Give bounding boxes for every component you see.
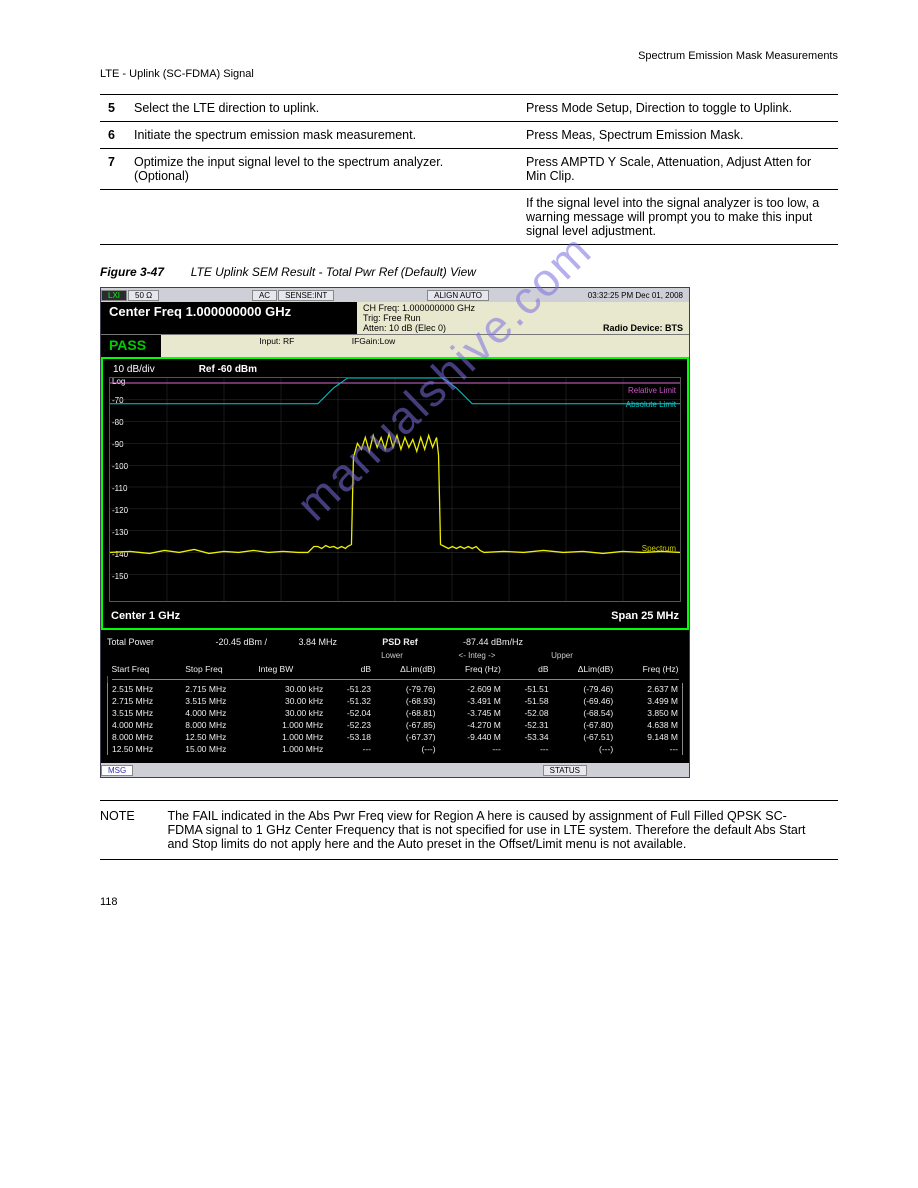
note-block: NOTE The FAIL indicated in the Abs Pwr F… [100, 800, 838, 860]
results-table: Start Freq Stop Freq Integ BW dB ΔLim(dB… [107, 662, 683, 755]
step-notes: Press Mode Setup, Direction to toggle to… [506, 95, 838, 122]
step-action: Initiate the spectrum emission mask meas… [126, 122, 506, 149]
table-row: 12.50 MHz15.00 MHz1.000 MHz---(---)-----… [108, 743, 683, 755]
table-row: 3.515 MHz4.000 MHz30.00 kHz-52.04(-68.81… [108, 707, 683, 719]
timestamp: 03:32:25 PM Dec 01, 2008 [582, 291, 689, 300]
step-notes: If the signal level into the signal anal… [506, 190, 838, 245]
note-label: NOTE [100, 809, 164, 823]
analyzer-screenshot: LXI 50 Ω AC SENSE:INT ALIGN AUTO 03:32:2… [100, 287, 690, 778]
page-number: 118 [100, 896, 838, 908]
step-number: 7 [100, 149, 126, 190]
note-text: The FAIL indicated in the Abs Pwr Freq v… [167, 809, 807, 851]
psd-ref-label: PSD Ref [337, 637, 463, 647]
align-label: ALIGN AUTO [427, 290, 489, 301]
steps-table: 5 Select the LTE direction to uplink. Pr… [100, 94, 838, 245]
step-notes: Press Meas, Spectrum Emission Mask. [506, 122, 838, 149]
center-freq-bar: Center Freq 1.000000000 GHz CH Freq: 1.0… [101, 302, 689, 334]
scale-label: 10 dB/div [113, 364, 155, 375]
step-notes: Press AMPTD Y Scale, Attenuation, Adjust… [506, 149, 838, 190]
plot-span: Span 25 MHz [611, 610, 679, 622]
status-label: STATUS [543, 765, 587, 776]
lxi-badge: LXI [101, 290, 127, 301]
center-freq: Center Freq 1.000000000 GHz [101, 302, 357, 334]
page-header-left: LTE - Uplink (SC-FDMA) Signal [100, 68, 838, 80]
step-number: 6 [100, 122, 126, 149]
step-action: Select the LTE direction to uplink. [126, 95, 506, 122]
results-panel: Total Power -20.45 dBm / 3.84 MHz PSD Re… [101, 630, 689, 763]
ifgain-label: IFGain:Low [352, 336, 442, 346]
analyzer-topbar: LXI 50 Ω AC SENSE:INT ALIGN AUTO 03:32:2… [101, 288, 689, 302]
ac-label: AC [252, 290, 277, 301]
msg-bar: MSG STATUS [101, 763, 689, 777]
table-row: 2.715 MHz3.515 MHz30.00 kHz-51.32(-68.93… [108, 695, 683, 707]
ref-label: Ref -60 dBm [199, 364, 257, 375]
table-row: 4.000 MHz8.000 MHz1.000 MHz-52.23(-67.85… [108, 719, 683, 731]
plot-frame: 10 dB/div Ref -60 dBm Log -70 -80 -90 -1… [101, 357, 689, 630]
total-power-label: Total Power [107, 637, 177, 647]
figure-caption: Figure 3-47 LTE Uplink SEM Result - Tota… [100, 265, 838, 279]
trace-svg [110, 378, 680, 601]
table-row: 8.000 MHz12.50 MHz1.000 MHz-53.18(-67.37… [108, 731, 683, 743]
ch-info-panel: CH Freq: 1.000000000 GHz Trig: Free Run … [357, 302, 689, 334]
msg-label: MSG [101, 765, 133, 776]
sense-label: SENSE:INT [278, 290, 334, 301]
step-action: Optimize the input signal level to the s… [126, 149, 506, 190]
input-label: Input: RF [259, 336, 349, 346]
step-number: 5 [100, 95, 126, 122]
pass-indicator: PASS [101, 335, 161, 357]
plot-area: Log -70 -80 -90 -100 -110 -120 -130 -140… [109, 377, 681, 602]
impedance-label: 50 Ω [128, 290, 159, 301]
table-row: 2.515 MHz2.715 MHz30.00 kHz-51.23(-79.76… [108, 683, 683, 695]
plot-center: Center 1 GHz [111, 610, 180, 622]
page-header-right: Spectrum Emission Mask Measurements [100, 50, 838, 62]
